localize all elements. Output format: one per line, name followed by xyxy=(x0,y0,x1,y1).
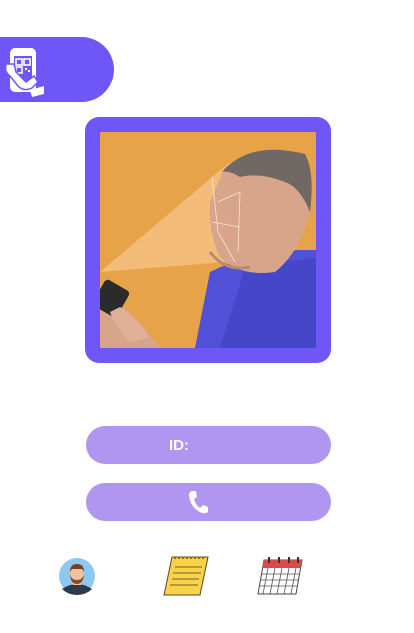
id-field[interactable]: ID: xyxy=(86,426,331,464)
profile-card: ID: xyxy=(0,0,414,633)
photo-frame xyxy=(85,117,331,363)
id-label: ID: xyxy=(169,436,189,454)
face-scan-photo xyxy=(100,132,316,348)
calendar-icon[interactable] xyxy=(256,556,304,596)
notepad-icon[interactable] xyxy=(162,555,210,597)
phone-icon xyxy=(188,491,208,514)
app-badge[interactable] xyxy=(0,37,114,102)
qr-phone-icon xyxy=(4,47,44,97)
phone-field[interactable] xyxy=(86,483,331,521)
avatar-icon[interactable] xyxy=(58,557,96,595)
